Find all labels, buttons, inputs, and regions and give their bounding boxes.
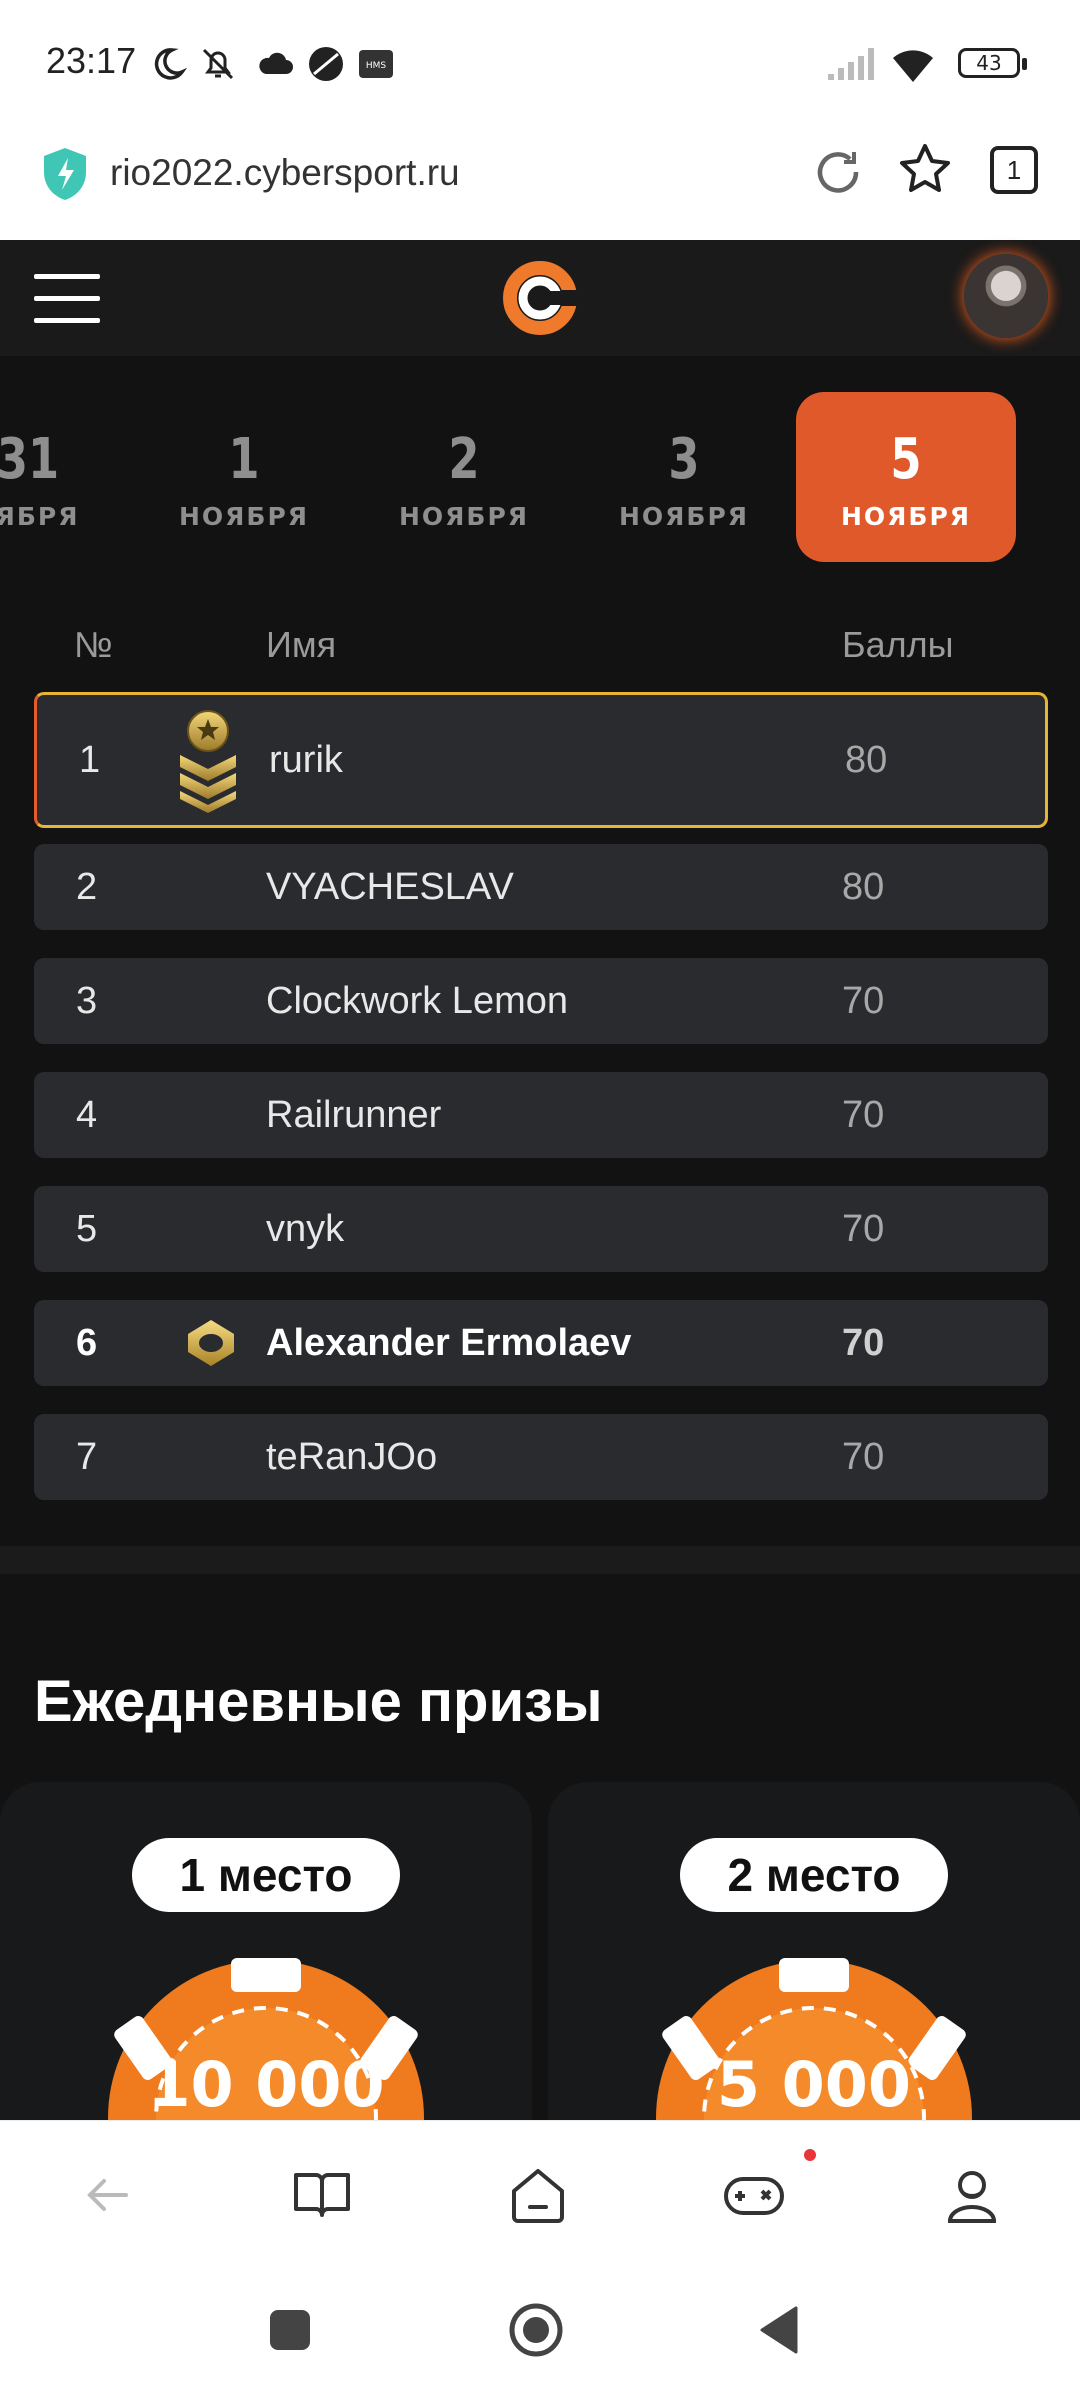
signal-icon — [828, 48, 874, 80]
notification-dot — [804, 2149, 816, 2161]
menu-icon[interactable] — [34, 274, 100, 324]
player-name: Alexander Ermolaev — [266, 1322, 632, 1364]
player-name: vnyk — [266, 1208, 345, 1250]
date-tab[interactable]: 3 НОЯБРЯ — [574, 392, 794, 562]
prize-place-label: 1 место — [132, 1838, 400, 1912]
back-triangle-icon[interactable] — [752, 2300, 812, 2360]
table-row[interactable]: 2 VYACHESLAV 80 — [34, 844, 1048, 930]
table-row[interactable]: 3 Clockwork Lemon 70 — [34, 958, 1048, 1044]
home-circle-icon[interactable] — [506, 2300, 566, 2360]
prizes-title: Ежедневные призы — [34, 1669, 603, 1734]
player-name: teRanJOo — [266, 1436, 438, 1478]
table-row[interactable]: 7 teRanJOo 70 — [34, 1414, 1048, 1500]
player-points: 70 — [842, 1094, 885, 1136]
bell-off-icon — [202, 48, 234, 80]
cloud-icon — [259, 52, 293, 74]
table-row-current-user[interactable]: 6 Alexander Ermolaev 70 — [34, 1300, 1048, 1386]
player-points: 80 — [842, 866, 885, 908]
section-divider — [0, 1546, 1080, 1574]
header-name: Имя — [266, 624, 337, 665]
prize-card-2[interactable]: 2 место 5 000 — [548, 1782, 1080, 2162]
player-name: rurik — [269, 739, 343, 781]
book-icon[interactable] — [290, 2163, 354, 2227]
browser-bottom-nav — [0, 2120, 1080, 2270]
prize-amount: 5 000 — [717, 2048, 911, 2121]
url-text[interactable]: rio2022.cybersport.ru — [110, 152, 460, 194]
prize-amount: 10 000 — [147, 2048, 384, 2121]
date-tab-active[interactable]: 5 НОЯБРЯ — [796, 392, 1016, 562]
gold-rank-chevron-icon — [180, 710, 236, 813]
moon-icon — [154, 48, 188, 80]
table-row[interactable]: 5 vnyk 70 — [34, 1186, 1048, 1272]
reload-icon[interactable] — [810, 144, 866, 200]
player-name: Railrunner — [266, 1094, 442, 1136]
player-points: 70 — [842, 1436, 885, 1478]
wifi-icon — [893, 50, 933, 82]
table-row[interactable]: 4 Railrunner 70 — [34, 1072, 1048, 1158]
player-points: 70 — [842, 1208, 885, 1250]
svg-text:HMS: HMS — [366, 61, 387, 71]
system-nav-bar — [0, 2270, 1080, 2400]
bookmark-star-icon[interactable] — [895, 140, 955, 200]
cybersport-logo[interactable] — [502, 260, 578, 336]
browser-url-bar: rio2022.cybersport.ru 1 — [0, 120, 1080, 240]
app-icon — [309, 47, 343, 81]
security-shield-icon — [44, 148, 86, 200]
player-points: 70 — [842, 1322, 885, 1364]
back-arrow-icon[interactable] — [76, 2163, 140, 2227]
game-controller-icon[interactable] — [722, 2163, 786, 2227]
player-name: VYACHESLAV — [266, 866, 514, 908]
site-header — [0, 240, 1080, 356]
gold-rank-ring-icon — [188, 1320, 234, 1366]
status-time: 23:17 — [46, 40, 137, 81]
status-bar: 23:17 HMS 43 — [0, 0, 1080, 120]
prize-card-1[interactable]: 1 место 10 000 — [0, 1782, 532, 2162]
battery-icon: 43 — [958, 48, 1027, 78]
user-avatar[interactable] — [964, 254, 1048, 338]
player-points: 80 — [845, 739, 888, 781]
tabs-button[interactable]: 1 — [990, 146, 1038, 194]
table-row[interactable]: 1 rurik 80 — [34, 692, 1048, 828]
recents-icon[interactable] — [260, 2300, 320, 2360]
date-selector: 31 ТЯБРЯ 1 НОЯБРЯ 2 НОЯБРЯ 3 НОЯБРЯ 5 НО… — [0, 392, 1080, 562]
header-points: Баллы — [842, 624, 954, 665]
table-header: № Имя Баллы — [0, 616, 1080, 676]
date-tab[interactable]: 2 НОЯБРЯ — [354, 392, 574, 562]
player-points: 70 — [842, 980, 885, 1022]
home-icon[interactable] — [506, 2163, 570, 2227]
date-tab[interactable]: 31 ТЯБРЯ — [0, 392, 138, 562]
hms-icon: HMS — [359, 50, 393, 78]
prize-place-label: 2 место — [680, 1838, 948, 1912]
player-name: Clockwork Lemon — [266, 980, 568, 1022]
profile-icon[interactable] — [940, 2163, 1004, 2227]
leaderboard-section: 31 ТЯБРЯ 1 НОЯБРЯ 2 НОЯБРЯ 3 НОЯБРЯ 5 НО… — [0, 356, 1080, 1546]
header-rank: № — [74, 624, 113, 665]
date-tab[interactable]: 1 НОЯБРЯ — [134, 392, 354, 562]
